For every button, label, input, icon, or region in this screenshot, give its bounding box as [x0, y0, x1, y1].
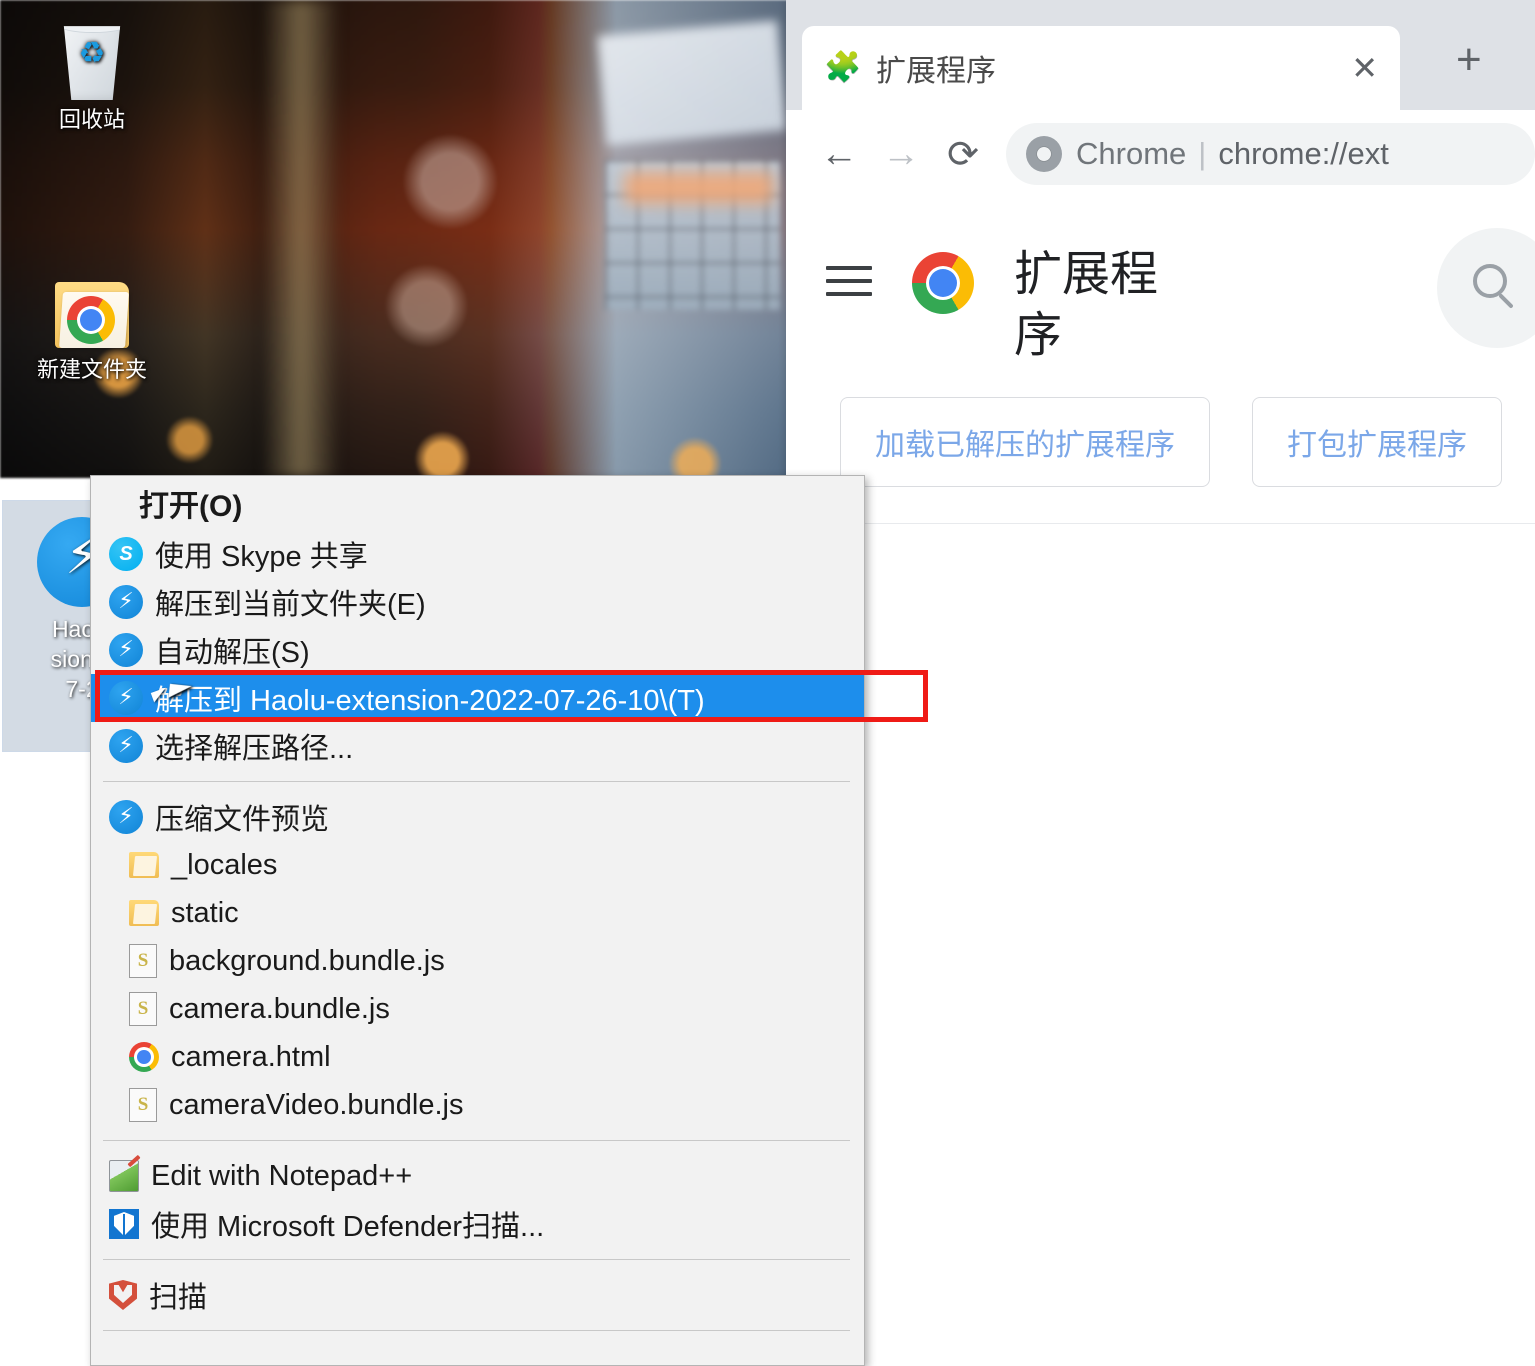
folder-icon [53, 278, 131, 350]
menu-item-label: 使用 Microsoft Defender扫描... [151, 1211, 545, 1243]
zip-icon [109, 633, 143, 667]
search-icon[interactable] [1437, 228, 1535, 348]
menu-item-label: 压缩文件预览 [155, 804, 330, 836]
hamburger-icon[interactable] [826, 244, 872, 305]
menu-item-label: 打开(O) [139, 490, 243, 523]
address-bar-text: Chrome | chrome://ext [1076, 136, 1389, 172]
address-brand: Chrome [1076, 136, 1187, 171]
puzzle-icon: 🧩 [824, 51, 862, 84]
menu-item-label: 选择解压路径... [155, 733, 354, 765]
preview-file-label: background.bundle.js [169, 944, 445, 977]
menu-item-label: 解压到 Haolu-extension-2022-07-26-10\(T) [155, 685, 705, 717]
screen: ♻ 回收站 新建文件夹 2 Haolu sion-2 7-2 🧩 扩展程序 ✕ … [0, 0, 1535, 1366]
context-menu: 打开(O) S 使用 Skype 共享 解压到当前文件夹(E) 自动解压(S) … [90, 475, 865, 1366]
preview-file-item[interactable]: background.bundle.js [91, 937, 864, 985]
address-bar[interactable]: Chrome | chrome://ext [1006, 123, 1535, 185]
menu-separator [103, 781, 850, 782]
zip-icon [109, 800, 143, 834]
divider [786, 522, 1535, 524]
menu-item-label: Edit with Notepad++ [151, 1159, 413, 1192]
preview-file-item[interactable]: camera.bundle.js [91, 985, 864, 1033]
defender-icon [109, 1209, 139, 1239]
menu-item-label: 扫描 [149, 1282, 208, 1314]
wallpaper-blur-shape [265, 0, 337, 478]
menu-item-label: 使用 Skype 共享 [155, 541, 368, 573]
notepadpp-icon [109, 1160, 139, 1192]
js-file-icon [129, 944, 157, 978]
page-title: 扩展程序 [1014, 248, 1159, 363]
browser-toolbar: ← → ⟳ Chrome | chrome://ext [786, 110, 1535, 198]
menu-item-open[interactable]: 打开(O) [91, 476, 864, 530]
preview-file-label: cameraVideo.bundle.js [169, 1088, 464, 1121]
tab-strip: 🧩 扩展程序 ✕ + [786, 0, 1535, 110]
preview-file-label: static [171, 896, 239, 929]
desktop-icon-label: 新建文件夹 [36, 357, 147, 382]
js-file-icon [129, 992, 157, 1026]
chrome-file-icon [129, 1042, 159, 1072]
menu-separator [103, 1330, 850, 1331]
extensions-header: 扩展程序 [786, 228, 1535, 367]
desktop-icon-new-folder[interactable]: 新建文件夹 [22, 278, 162, 384]
new-tab-button[interactable]: + [1456, 38, 1482, 82]
zip-icon [109, 681, 143, 715]
zip-icon [109, 585, 143, 619]
menu-item-scan[interactable]: 扫描 [91, 1271, 864, 1319]
chrome-browser-window: 🧩 扩展程序 ✕ + ← → ⟳ Chrome | chrome://ext 扩… [786, 0, 1535, 1366]
preview-file-item[interactable]: cameraVideo.bundle.js [91, 1081, 864, 1129]
preview-file-label: camera.bundle.js [169, 992, 390, 1025]
menu-item-archive-preview[interactable]: 压缩文件预览 [91, 793, 864, 841]
scan-shield-icon [109, 1280, 137, 1310]
desktop-icon-recycle-bin[interactable]: ♻ 回收站 [22, 18, 162, 134]
menu-item-share-with-skype[interactable]: S 使用 Skype 共享 [91, 530, 864, 578]
desktop-icon-label: 回收站 [58, 107, 125, 132]
preview-file-label: camera.html [171, 1040, 331, 1073]
load-unpacked-button[interactable]: 加载已解压的扩展程序 [840, 396, 1210, 487]
extensions-page: 扩展程序 加载已解压的扩展程序 打包扩展程序 [786, 198, 1535, 524]
forward-icon[interactable]: → [870, 123, 932, 185]
menu-item-scan-with-defender[interactable]: 使用 Microsoft Defender扫描... [91, 1200, 864, 1248]
wallpaper-blur-shape [597, 20, 787, 146]
address-url: chrome://ext [1218, 136, 1389, 171]
chrome-page-icon [1026, 136, 1062, 172]
close-icon[interactable]: ✕ [1351, 52, 1378, 84]
chrome-logo-icon [912, 252, 974, 314]
preview-file-item[interactable]: camera.html [91, 1033, 864, 1081]
menu-separator [103, 1140, 850, 1141]
menu-separator [103, 1259, 850, 1260]
preview-file-item[interactable]: static [91, 889, 864, 937]
js-file-icon [129, 1088, 157, 1122]
back-icon[interactable]: ← [808, 123, 870, 185]
extensions-action-buttons: 加载已解压的扩展程序 打包扩展程序 [786, 367, 1535, 487]
browser-tab-extensions[interactable]: 🧩 扩展程序 ✕ [802, 26, 1400, 110]
menu-item-label: 解压到当前文件夹(E) [155, 589, 426, 621]
reload-icon[interactable]: ⟳ [932, 123, 994, 185]
folder-icon [129, 852, 159, 878]
recycle-bin-icon: ♻ [63, 26, 121, 100]
skype-icon: S [109, 537, 143, 571]
menu-item-choose-extract-path[interactable]: 选择解压路径... [91, 722, 864, 770]
preview-file-item[interactable]: _locales [91, 841, 864, 889]
folder-icon [129, 900, 159, 926]
preview-file-label: _locales [171, 848, 278, 881]
menu-item-extract-here[interactable]: 解压到当前文件夹(E) [91, 578, 864, 626]
zip-icon [109, 729, 143, 763]
menu-item-label: 自动解压(S) [155, 637, 310, 669]
address-separator: | [1198, 136, 1207, 171]
wallpaper-blur-shape [624, 172, 774, 204]
tab-title: 扩展程序 [876, 55, 996, 88]
chrome-logo-icon [67, 296, 115, 344]
menu-item-auto-extract[interactable]: 自动解压(S) [91, 626, 864, 674]
menu-item-extract-to-folder[interactable]: 解压到 Haolu-extension-2022-07-26-10\(T) [91, 674, 864, 722]
pack-extension-button[interactable]: 打包扩展程序 [1252, 396, 1502, 487]
menu-item-edit-with-notepadpp[interactable]: Edit with Notepad++ [91, 1152, 864, 1200]
